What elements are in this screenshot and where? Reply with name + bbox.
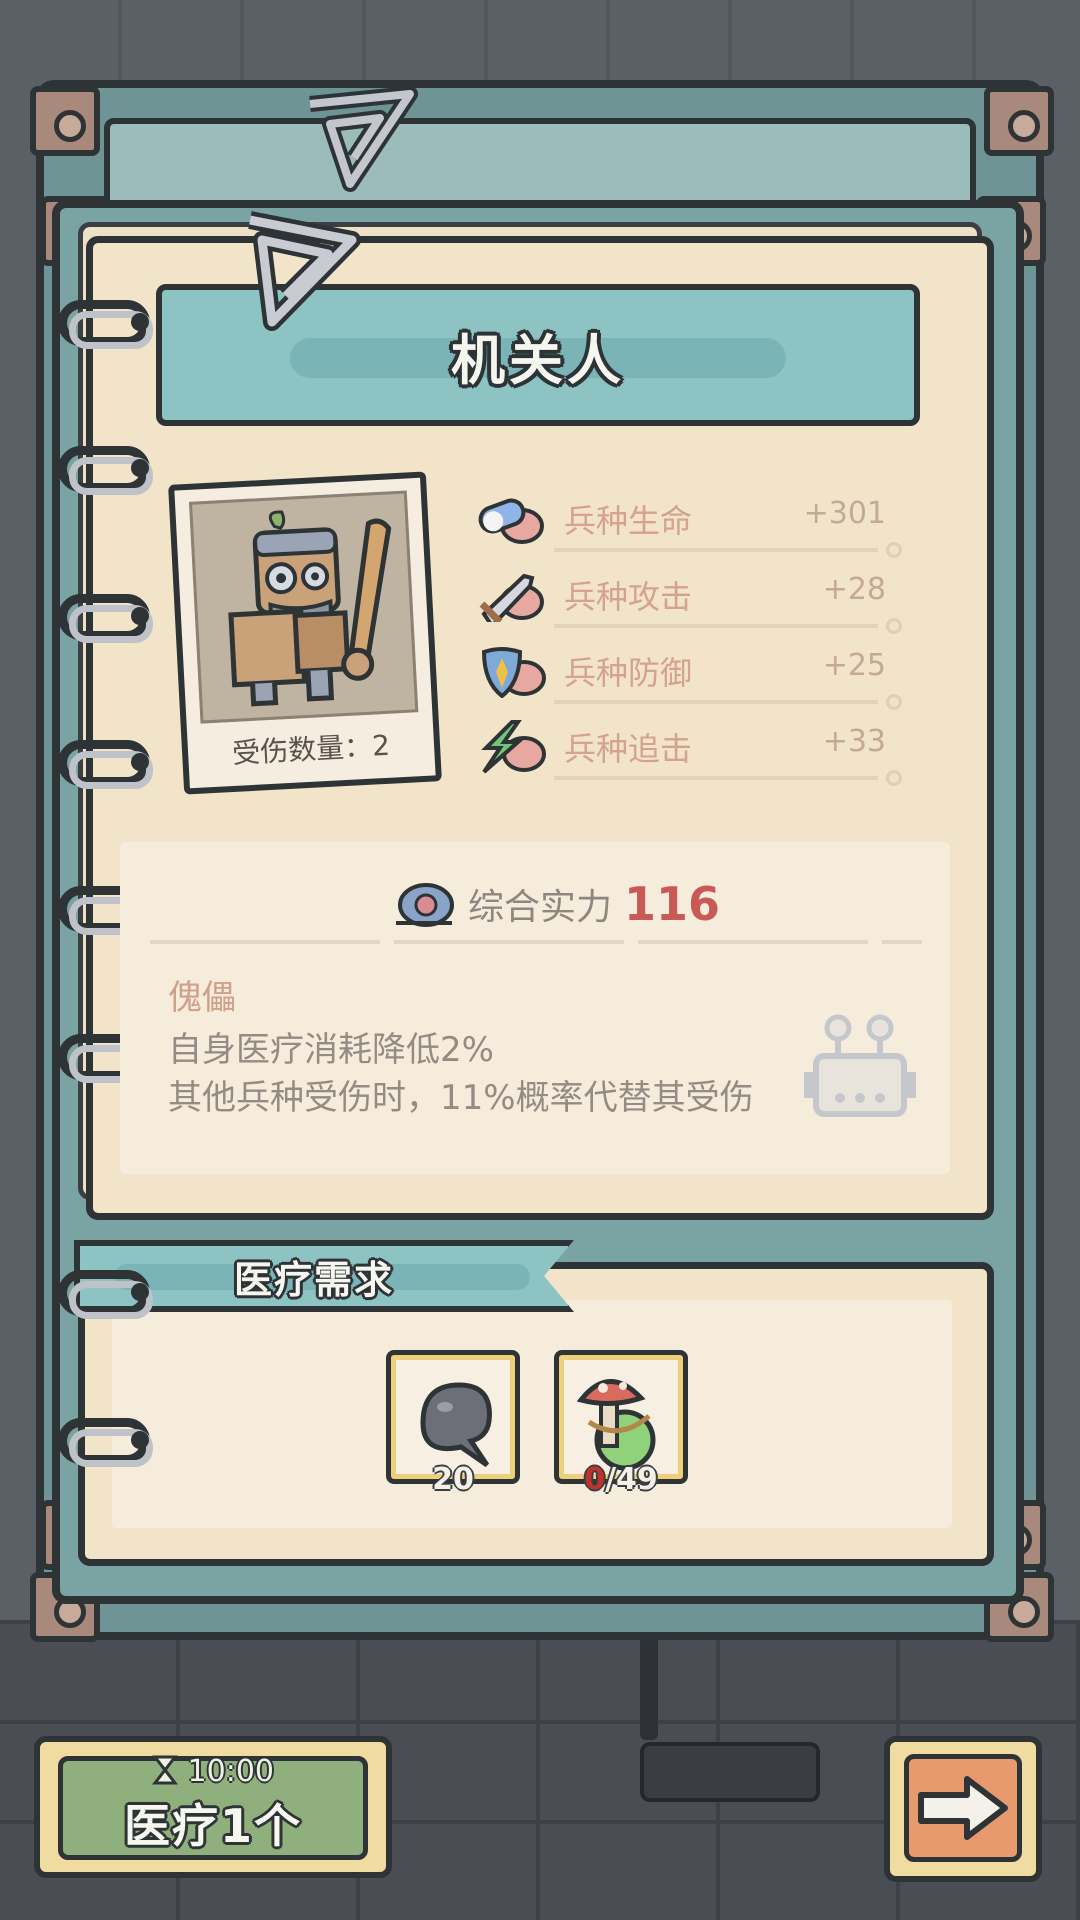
stat-row-defense: 兵种防御 +25 <box>476 638 916 710</box>
injured-count-label: 受伤数量：2 <box>231 728 391 770</box>
binder-ring <box>58 740 153 789</box>
paperclip-icon <box>309 86 418 192</box>
stat-label: 兵种生命 <box>564 502 693 540</box>
trait-name: 傀儡 <box>168 978 236 1018</box>
lightning-snail-icon <box>481 720 546 774</box>
stat-value: +33 <box>822 724 886 759</box>
mushroom-potion-icon <box>576 1379 656 1471</box>
pill-snail-icon <box>478 498 544 544</box>
stat-row-attack: 兵种攻击 +28 <box>476 562 916 634</box>
stat-value: +25 <box>822 648 886 683</box>
binder-ring <box>58 1270 153 1319</box>
heal-timer: 10:00 <box>34 1754 392 1789</box>
stat-label: 兵种追击 <box>564 730 693 768</box>
robot-head-icon <box>804 1014 916 1117</box>
shield-snail-icon <box>481 647 546 698</box>
binder-ring <box>58 446 153 495</box>
background-power-strip <box>640 1742 820 1802</box>
next-button[interactable] <box>884 1736 1042 1882</box>
next-button-face <box>904 1754 1022 1862</box>
paperclip-icon <box>248 211 361 331</box>
stat-divider <box>554 548 878 552</box>
unit-portrait-card: 受伤数量：2 <box>168 471 442 795</box>
stat-divider <box>554 776 878 780</box>
medical-item-have: 0 <box>584 1462 606 1497</box>
binder-ring <box>58 300 153 349</box>
robot-warrior-icon <box>228 510 392 707</box>
stat-divider-dot <box>886 770 902 786</box>
trait-description-line: 其他兵种受伤时，11%概率代替其受伤 <box>168 1078 754 1118</box>
stat-value: +301 <box>803 496 886 531</box>
snail-power-icon <box>396 883 454 927</box>
binder-ring <box>58 594 153 643</box>
stat-divider-dot <box>886 542 902 558</box>
unit-portrait-photo <box>188 490 419 724</box>
frame-corner <box>984 86 1054 156</box>
stat-value: +28 <box>822 572 886 607</box>
stat-label: 兵种防御 <box>564 654 693 692</box>
stat-divider <box>554 700 878 704</box>
stat-divider-dot <box>886 694 902 710</box>
heal-button-label: 医疗1个 <box>123 1799 302 1853</box>
power-label: 综合实力 <box>468 887 613 928</box>
binder-ring <box>58 1418 153 1467</box>
power-value: 116 <box>624 877 721 931</box>
black-slime-icon <box>420 1382 492 1467</box>
stat-divider <box>554 624 878 628</box>
stat-row-hp: 兵种生命 +301 <box>476 486 916 558</box>
stat-label: 兵种攻击 <box>564 578 693 616</box>
power-divider <box>150 940 922 944</box>
stat-row-pursuit: 兵种追击 +33 <box>476 714 916 786</box>
medical-panel-inner <box>112 1300 952 1528</box>
medical-item-count: 20 <box>432 1462 474 1497</box>
trait-description-line: 自身医疗消耗降低2% <box>168 1030 494 1070</box>
arrow-right-icon <box>918 1776 1008 1840</box>
power-row: 综合实力 116 <box>392 874 720 934</box>
frame-corner <box>30 86 100 156</box>
stat-divider-dot <box>886 618 902 634</box>
medical-item-need: /49 <box>605 1462 658 1497</box>
heal-timer-text: 10:00 <box>187 1754 274 1789</box>
medical-item-count: 0/49 <box>554 1462 688 1497</box>
hourglass-icon <box>151 1755 179 1785</box>
sword-snail-icon <box>479 573 544 622</box>
